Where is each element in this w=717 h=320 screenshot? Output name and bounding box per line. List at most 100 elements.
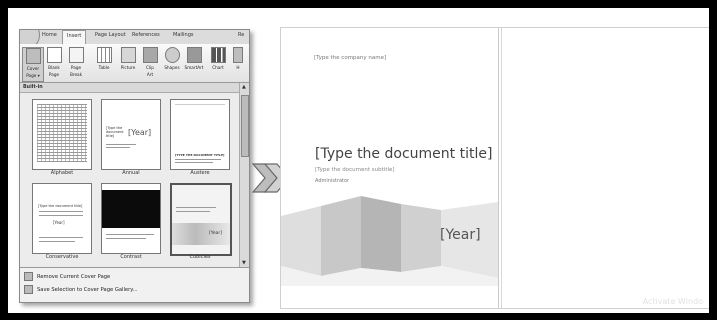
cover-page-button[interactable]: Cover Page ▾ <box>22 47 44 82</box>
tab-home[interactable]: Home <box>42 32 57 38</box>
blank-page-label: Blank <box>48 65 60 70</box>
contrast-dark-band <box>102 190 160 228</box>
clip-art-label: Clip <box>146 65 154 70</box>
cover-alphabet-thumb <box>32 99 92 170</box>
hyperlink-button[interactable]: H <box>231 47 245 80</box>
page-break-button[interactable]: Page Break <box>66 47 86 80</box>
chart-button[interactable]: Chart <box>208 47 228 80</box>
shapes-button[interactable]: Shapes <box>162 47 182 80</box>
cubicles-line-2 <box>176 211 210 212</box>
cover-annual-thumb: [Type the document title] [Year] <box>101 99 161 170</box>
document-view: [Type the company name] [Type the docume… <box>280 27 709 309</box>
save-to-gallery-item[interactable]: Save Selection to Cover Page Gallery... <box>24 285 138 296</box>
conservative-line-2 <box>39 215 83 216</box>
scroll-up-icon[interactable]: ▲ <box>242 84 246 90</box>
cubicles-mini-year: [Year] <box>209 231 223 236</box>
author-placeholder[interactable]: Administrator <box>315 178 349 184</box>
cover-cubicles[interactable]: [Year] Cubicles <box>170 183 232 260</box>
cover-conservative-label: Conservative <box>45 254 79 260</box>
remove-cover-page-item[interactable]: Remove Current Cover Page <box>24 272 110 283</box>
austere-line <box>175 159 221 160</box>
contrast-line-2 <box>106 238 146 239</box>
conservative-line-4 <box>39 241 75 242</box>
blank-page-label-2: Page <box>48 72 60 77</box>
page-break-label: Page <box>70 65 82 70</box>
gallery-scrollbar[interactable]: ▲ ▼ <box>239 83 249 267</box>
cover-contrast-label: Contrast <box>120 254 142 260</box>
cover-contrast[interactable]: Contrast <box>101 183 161 260</box>
picture-button[interactable]: Picture <box>118 47 138 80</box>
activate-windows-watermark: Activate Windo <box>642 297 703 306</box>
scroll-thumb[interactable] <box>241 95 249 157</box>
scroll-down-icon[interactable]: ▼ <box>242 260 246 266</box>
picture-label: Picture <box>120 65 136 70</box>
tab-mailings[interactable]: Mailings <box>173 32 194 38</box>
cover-annual-label: Annual <box>122 170 140 176</box>
year-placeholder[interactable]: [Year] <box>440 227 481 243</box>
hyperlink-label: H <box>236 65 240 70</box>
clip-art-label-2: Art <box>146 72 154 77</box>
page-break-icon <box>68 47 84 63</box>
chart-label: Chart <box>212 65 224 70</box>
cover-conservative-thumb: [Type the document title] [Year] <box>32 183 92 254</box>
conservative-line <box>39 211 83 212</box>
cover-page-menu: Remove Current Cover Page Save Selection… <box>20 267 249 302</box>
cover-page-gallery: Alphabet [Type the document title] [Year… <box>20 93 239 267</box>
smartart-button[interactable]: SmartArt <box>184 47 204 80</box>
blank-page-button[interactable]: Blank Page <box>44 47 64 80</box>
cover-alphabet-label: Alphabet <box>50 170 74 176</box>
document-subtitle-placeholder[interactable]: [Type the document subtitle] <box>315 167 395 173</box>
tab-page-layout[interactable]: Page Layout <box>95 32 126 38</box>
screenshot-frame: Home Insert Page Layout References Maili… <box>0 0 717 320</box>
second-page: Activate Windo <box>501 28 709 308</box>
cover-cubicles-label: Cubicles <box>189 254 211 260</box>
table-icon <box>96 47 112 63</box>
cubicles-line <box>176 207 216 208</box>
cover-page-panel: Home Insert Page Layout References Maili… <box>19 29 250 303</box>
gallery-header: Built-in <box>20 83 242 93</box>
conservative-line-3 <box>39 237 83 238</box>
annual-mini-title: [Type the document title] <box>106 126 124 138</box>
smartart-icon <box>186 47 202 63</box>
table-label: Table <box>98 65 110 70</box>
cover-alphabet[interactable]: Alphabet <box>32 99 92 176</box>
cover-austere[interactable]: [TYPE THE DOCUMENT TITLE] Austere <box>170 99 230 176</box>
conservative-mini-year: [Year] <box>53 220 65 225</box>
shapes-label: Shapes <box>164 65 180 70</box>
tab-review[interactable]: Re <box>238 32 244 38</box>
alphabet-pattern <box>37 104 87 162</box>
ribbon-tabs: Home Insert Page Layout References Maili… <box>20 30 249 46</box>
cover-annual[interactable]: [Type the document title] [Year] Annual <box>101 99 161 176</box>
clip-art-button[interactable]: Clip Art <box>140 47 160 80</box>
cover-page: [Type the company name] [Type the docume… <box>281 28 499 308</box>
chart-icon <box>210 47 226 63</box>
ribbon-insert: Cover Page ▾ Blank Page Page Break Table… <box>20 44 249 83</box>
hyperlink-icon <box>233 47 243 63</box>
contrast-line <box>106 234 154 235</box>
company-name-placeholder[interactable]: [Type the company name] <box>314 55 386 61</box>
cover-page-label-2: Page ▾ <box>26 73 40 78</box>
page-break-label-2: Break <box>69 72 83 77</box>
cover-contrast-thumb <box>101 183 161 254</box>
annual-line-2 <box>106 147 130 148</box>
cover-page-icon <box>25 48 41 64</box>
cover-austere-label: Austere <box>190 170 210 176</box>
smartart-label: SmartArt <box>184 65 204 70</box>
document-title-placeholder[interactable]: [Type the document title] <box>315 146 492 162</box>
table-button[interactable]: Table <box>94 47 114 80</box>
clip-art-icon <box>142 47 158 63</box>
remove-page-icon <box>24 272 33 281</box>
shapes-icon <box>164 47 180 63</box>
save-selection-icon <box>24 285 33 294</box>
annual-mini-year: [Year] <box>128 128 152 137</box>
austere-top-line <box>175 104 225 105</box>
cover-page-label: Cover <box>26 66 40 71</box>
blank-page-icon <box>46 47 62 63</box>
austere-line-2 <box>175 162 213 163</box>
conservative-mini-title: [Type the document title] <box>38 204 83 208</box>
tab-references[interactable]: References <box>132 32 160 38</box>
remove-cover-page-label: Remove Current Cover Page <box>37 274 111 280</box>
cover-conservative[interactable]: [Type the document title] [Year] Conserv… <box>32 183 92 260</box>
annual-line <box>106 144 136 145</box>
cover-austere-thumb: [TYPE THE DOCUMENT TITLE] <box>170 99 230 170</box>
